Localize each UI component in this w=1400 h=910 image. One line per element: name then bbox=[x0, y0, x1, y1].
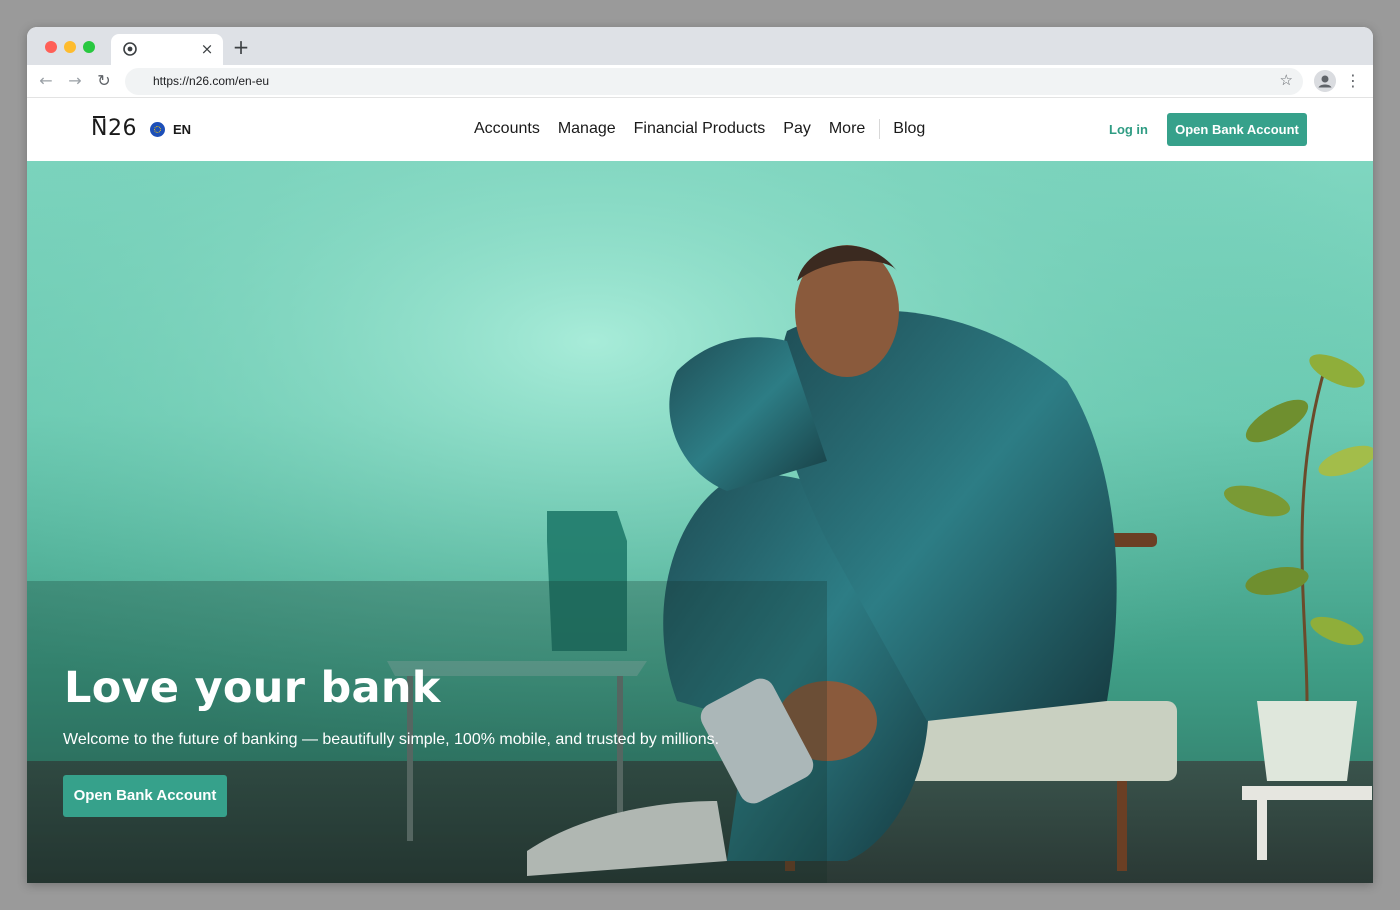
forward-icon[interactable]: → bbox=[64, 70, 86, 92]
n26-logo[interactable]: N26 bbox=[91, 116, 137, 141]
new-tab-button[interactable]: + bbox=[231, 37, 251, 57]
hero-title: Love your bank bbox=[64, 663, 441, 713]
address-bar[interactable]: https://n26.com/en-eu ☆ bbox=[125, 68, 1303, 95]
profile-icon[interactable] bbox=[1314, 70, 1336, 92]
nav-pay[interactable]: Pay bbox=[783, 120, 811, 138]
tab-strip: × + bbox=[27, 27, 1373, 65]
minimize-window-button[interactable] bbox=[64, 41, 76, 53]
maximize-window-button[interactable] bbox=[83, 41, 95, 53]
browser-menu-icon[interactable]: ⋮ bbox=[1345, 70, 1361, 92]
nav-more[interactable]: More bbox=[829, 120, 865, 138]
login-link[interactable]: Log in bbox=[1109, 122, 1148, 137]
nav-blog[interactable]: Blog bbox=[893, 120, 925, 138]
language-label: EN bbox=[173, 122, 192, 137]
open-account-button-hero[interactable]: Open Bank Account bbox=[63, 775, 227, 817]
main-nav: Accounts Manage Financial Products Pay M… bbox=[474, 119, 943, 139]
hero-subtitle: Welcome to the future of banking — beaut… bbox=[63, 731, 720, 748]
bookmark-star-icon[interactable]: ☆ bbox=[1280, 71, 1293, 89]
back-icon[interactable]: ← bbox=[35, 70, 57, 92]
browser-tab[interactable]: × bbox=[111, 34, 223, 65]
chrome-icon bbox=[123, 42, 137, 56]
close-window-button[interactable] bbox=[45, 41, 57, 53]
eu-flag-icon bbox=[150, 122, 165, 137]
hero-section: Love your bank Welcome to the future of … bbox=[27, 161, 1373, 883]
language-selector[interactable]: EN bbox=[150, 122, 191, 137]
nav-accounts[interactable]: Accounts bbox=[474, 120, 540, 138]
browser-toolbar: ← → ↻ https://n26.com/en-eu ☆ ⋮ bbox=[27, 65, 1373, 98]
reload-icon[interactable]: ↻ bbox=[93, 70, 115, 92]
site-header: N26 EN Accounts Manage Financial Product… bbox=[27, 99, 1373, 161]
browser-window: × + ← → ↻ https://n26.com/en-eu ☆ ⋮ N26 … bbox=[27, 27, 1373, 883]
tab-close-icon[interactable]: × bbox=[199, 40, 215, 58]
nav-financial-products[interactable]: Financial Products bbox=[634, 120, 766, 138]
hero-image bbox=[27, 161, 1373, 883]
nav-divider bbox=[879, 119, 881, 139]
nav-manage[interactable]: Manage bbox=[558, 120, 616, 138]
open-account-button-header[interactable]: Open Bank Account bbox=[1167, 113, 1307, 146]
url-text[interactable]: https://n26.com/en-eu bbox=[153, 74, 269, 88]
